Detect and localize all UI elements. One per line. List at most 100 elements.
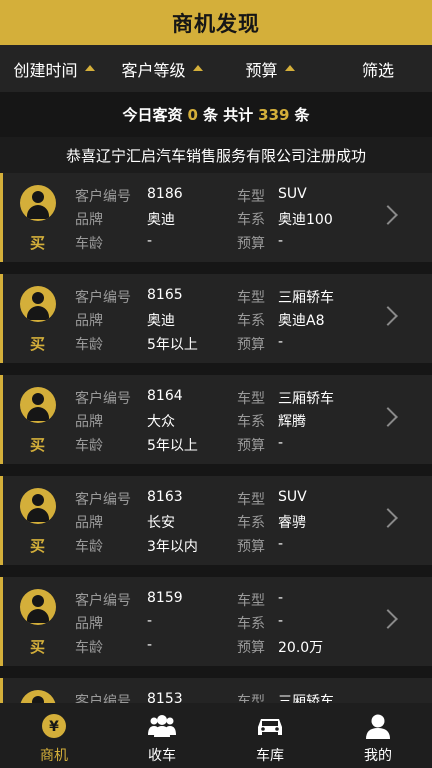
car-series-value: 睿骋 — [278, 515, 306, 531]
budget-label: 预算 — [237, 236, 265, 252]
car-icon — [258, 719, 282, 735]
filter-budget[interactable]: 预算 — [216, 57, 324, 81]
customer-no-label: 客户编号 — [75, 391, 131, 407]
customer-no-label: 客户编号 — [75, 694, 131, 703]
customer-no-value: 8159 — [147, 590, 183, 606]
avatar-icon — [20, 690, 56, 703]
budget-label: 预算 — [237, 640, 265, 656]
summary-mid: 条 共计 — [202, 106, 254, 124]
car-age-label: 车龄 — [75, 337, 103, 353]
car-series-label: 车系 — [237, 414, 265, 430]
bottom-tab-bar: ¥ 商机 收车 车库 我的 — [0, 703, 432, 768]
brand-value: - — [147, 613, 153, 629]
car-type-value: 三厢轿车 — [278, 391, 334, 407]
car-type-label: 车型 — [237, 492, 265, 508]
caret-up-icon — [84, 64, 95, 71]
brand-value: 奥迪 — [147, 313, 175, 329]
tab-label: 车库 — [256, 748, 284, 764]
brand-label: 品牌 — [75, 313, 103, 329]
car-type-label: 车型 — [237, 290, 265, 306]
chevron-right-icon — [378, 205, 398, 225]
customer-no-label: 客户编号 — [75, 290, 131, 306]
lead-list: 买客户编号 8186 品牌 奥迪 车龄 - 车型 SUV 车系 奥迪100 预算 - 买客户编号 8165… — [0, 173, 432, 703]
car-age-label: 车龄 — [75, 539, 103, 555]
filter-label: 客户等级 — [121, 60, 186, 80]
filter-customer-level[interactable]: 客户等级 — [108, 57, 216, 81]
buy-tag: 买 — [30, 638, 46, 656]
filter-bar: 创建时间 客户等级 预算 筛选 — [0, 45, 432, 92]
car-type-value: 三厢轿车 — [278, 290, 334, 306]
tab-label: 商机 — [40, 748, 68, 764]
budget-value: - — [278, 536, 284, 552]
car-series-label: 车系 — [237, 212, 265, 228]
brand-label: 品牌 — [75, 515, 103, 531]
lead-summary: 今日客资 0 条 共计 339 条 — [0, 92, 432, 137]
tab-profile[interactable]: 我的 — [324, 703, 432, 768]
brand-label: 品牌 — [75, 414, 103, 430]
lead-card[interactable]: 买 客户编号 8163 品牌 长安 车龄 3年以内 车型 SUV 车系 睿骋 预算 - — [0, 476, 432, 565]
chevron-right-icon — [378, 609, 398, 629]
car-age-label: 车龄 — [75, 236, 103, 252]
chevron-right-icon — [378, 306, 398, 326]
customer-no-value: 8163 — [147, 489, 183, 505]
notice-banner: 恭喜辽宁汇启汽车销售服务有限公司注册成功 — [0, 137, 432, 173]
car-age-label: 车龄 — [75, 438, 103, 454]
caret-up-icon — [284, 64, 295, 71]
lead-card[interactable]: 买客户编号8153品牌车龄车型三厢轿车车系预算 — [0, 678, 432, 703]
filter-label: 筛选 — [361, 60, 394, 80]
avatar-icon — [20, 387, 56, 423]
brand-label: 品牌 — [75, 212, 103, 228]
customer-no-label: 客户编号 — [75, 189, 131, 205]
budget-value: 20.0万 — [278, 640, 324, 656]
car-series-value: 奥迪100 — [278, 212, 333, 228]
user-icon — [366, 714, 390, 739]
lead-card[interactable]: 买 客户编号 8164 品牌 大众 车龄 5年以上 车型 三厢轿车 车系 辉腾 预算 - — [0, 375, 432, 464]
customer-no-label: 客户编号 — [75, 593, 131, 609]
summary-prefix: 今日客资 — [122, 106, 183, 124]
tab-collect-car[interactable]: 收车 — [108, 703, 216, 768]
budget-label: 预算 — [237, 337, 265, 353]
avatar-icon — [20, 589, 56, 625]
budget-label: 预算 — [237, 438, 265, 454]
svg-text:¥: ¥ — [49, 719, 59, 735]
car-age-value: 5年以上 — [147, 438, 198, 454]
buy-tag: 买 — [30, 335, 46, 353]
lead-card[interactable]: 买客户编号 8186 品牌 奥迪 车龄 - 车型 SUV 车系 奥迪100 预算 - — [0, 173, 432, 262]
filter-label: 创建时间 — [13, 60, 78, 80]
app-header: 商机发现 — [0, 0, 432, 45]
car-series-value: - — [278, 613, 284, 629]
car-type-value: - — [278, 590, 284, 606]
car-series-label: 车系 — [237, 616, 265, 632]
car-age-value: 5年以上 — [147, 337, 198, 353]
brand-value: 大众 — [147, 414, 175, 430]
car-type-label: 车型 — [237, 694, 265, 703]
customer-no-value: 8153 — [147, 691, 183, 703]
brand-value: 长安 — [147, 515, 175, 531]
car-series-value: 奥迪A8 — [278, 313, 325, 329]
car-series-value: 辉腾 — [278, 414, 306, 430]
brand-value: 奥迪 — [147, 212, 175, 228]
customer-no-value: 8164 — [147, 388, 183, 404]
customer-no-value: 8186 — [147, 186, 183, 202]
car-series-label: 车系 — [237, 515, 265, 531]
today-count: 0 — [187, 105, 198, 124]
page-title: 商机发现 — [172, 11, 260, 36]
filter-more[interactable]: 筛选 — [324, 57, 432, 81]
filter-created-time[interactable]: 创建时间 — [0, 57, 108, 81]
car-type-label: 车型 — [237, 391, 265, 407]
lead-card[interactable]: 买 客户编号 8165 品牌 奥迪 车龄 5年以上 车型 三厢轿车 车系 奥迪A8 预算 - — [0, 274, 432, 363]
budget-value: - — [278, 435, 284, 451]
car-series-label: 车系 — [237, 313, 265, 329]
group-users-icon — [148, 715, 176, 737]
tab-opportunities[interactable]: ¥ 商机 — [0, 703, 108, 768]
car-type-label: 车型 — [237, 189, 265, 205]
car-type-value: 三厢轿车 — [278, 694, 334, 703]
total-count: 339 — [258, 105, 290, 124]
lead-card[interactable]: 买客户编号 8159 品牌 - 车龄 - 车型 - 车系 - 预算 20.0万 — [0, 577, 432, 666]
buy-tag: 买 — [30, 537, 46, 555]
avatar-icon — [20, 286, 56, 322]
avatar-icon — [20, 185, 56, 221]
tab-garage[interactable]: 车库 — [216, 703, 324, 768]
chevron-right-icon — [378, 407, 398, 427]
caret-up-icon — [192, 64, 203, 71]
